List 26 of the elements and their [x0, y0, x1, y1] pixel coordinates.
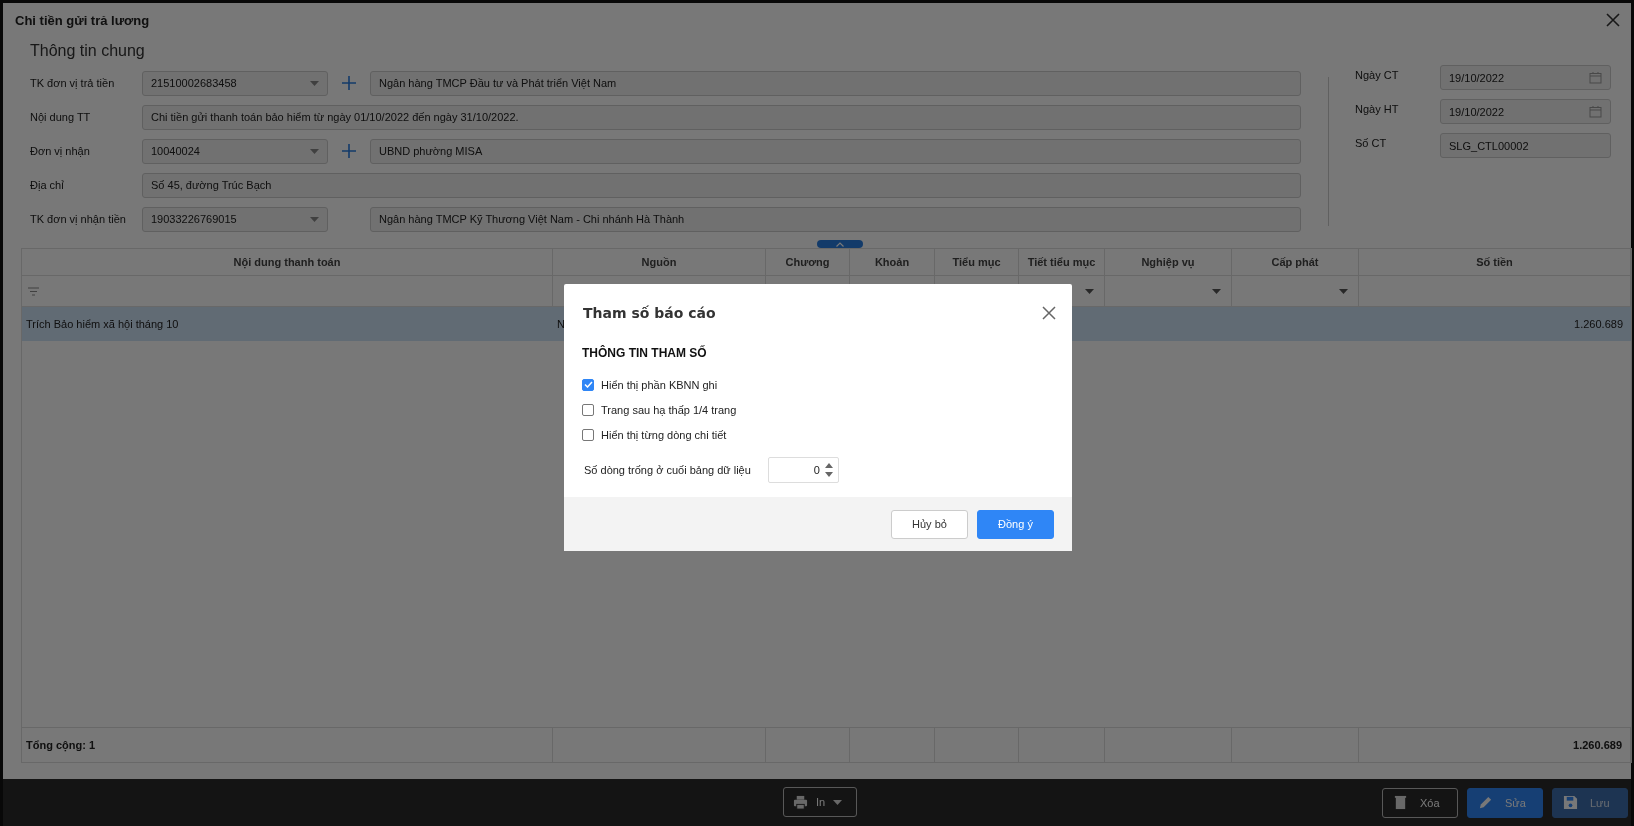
field-value: 19/10/2022 — [1449, 71, 1505, 84]
field-label: Số CT — [1355, 136, 1388, 149]
checkbox-label: Hiển thị từng dòng chi tiết — [601, 428, 727, 441]
section-heading: Thông tin chung — [30, 42, 146, 60]
field-label: Đơn vị nhận — [30, 145, 91, 157]
window-title: Chi tiền gửi trả lương — [15, 12, 150, 28]
table-cell: Trích Bảo hiểm xã hội tháng 10 — [26, 318, 179, 330]
field-label: TK đơn vị nhận tiền — [30, 213, 127, 225]
table-cell: N — [557, 318, 565, 330]
field-value: 10040024 — [151, 145, 200, 157]
total-label: Tổng cộng: 1 — [26, 739, 96, 751]
total-value: 1.260.689 — [1573, 739, 1622, 751]
field-label: TK đơn vị trả tiền — [30, 77, 116, 89]
checkbox-label: Trang sau hạ thấp 1/4 trang — [601, 403, 737, 416]
field-value: 0 — [813, 464, 820, 476]
field-label: Ngày HT — [1355, 102, 1400, 115]
field-value: 19/10/2022 — [1449, 105, 1505, 118]
field-label: Số dòng trống ở cuối bảng dữ liệu — [584, 464, 751, 476]
table-cell: 1.260.689 — [1574, 318, 1623, 330]
section-heading: THÔNG TIN THAM SỐ — [582, 346, 708, 360]
field-label: Nội dung TT — [30, 111, 92, 123]
field-label: Ngày CT — [1355, 68, 1400, 81]
field-label: Địa chỉ — [30, 179, 65, 191]
dialog-title: Tham số báo cáo — [583, 305, 716, 321]
field-value: SLG_CTL00002 — [1449, 139, 1529, 152]
checkbox-label: Hiển thị phần KBNN ghi — [601, 378, 718, 391]
